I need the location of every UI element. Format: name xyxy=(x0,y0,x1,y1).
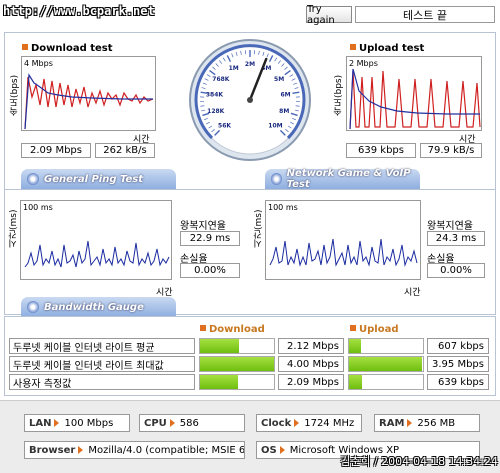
bandwidth-upload-value: 607 kbps xyxy=(427,338,489,354)
ping-left-latency-label: 왕복지연율 xyxy=(180,221,226,232)
tab-dot-icon xyxy=(27,301,39,313)
bandwidth-row-label: 두루넷 케이블 인터넷 라이트 최대값 xyxy=(9,356,195,372)
download-axis-label: 속도(bps) xyxy=(10,74,20,116)
gauge-label: 384K xyxy=(206,91,224,98)
bandwidth-upload-fill xyxy=(349,375,362,389)
gauge-label: 2M xyxy=(245,61,255,68)
bandwidth-upload-bar xyxy=(348,374,424,390)
gauge-label: 1M xyxy=(229,65,239,72)
bandwidth-download-fill xyxy=(200,375,239,389)
lan-info: LAN 100 Mbps xyxy=(24,414,130,432)
watermark: 김춘희 / 2004-04-18 14:34:24 xyxy=(340,455,498,468)
bandwidth-upload-fill xyxy=(349,339,361,353)
site-url: http://www.bcpark.net xyxy=(3,4,155,18)
ping-right-line xyxy=(269,238,418,267)
download-kbs: 262 kB/s xyxy=(95,143,155,158)
ping-right-latency: 24.3 ms xyxy=(427,231,485,246)
gauge-label: 5M xyxy=(274,76,284,83)
bandwidth-download-bar xyxy=(199,356,275,372)
download-line xyxy=(24,76,154,130)
bandwidth-row-label: 두루넷 케이블 인터넷 라이트 평균 xyxy=(9,338,195,354)
ping-right-svg xyxy=(269,238,418,267)
bandwidth-row-label: 사용자 측정값 xyxy=(9,374,195,390)
bullet-icon xyxy=(22,44,28,50)
bandwidth-upload-bar xyxy=(348,356,424,372)
tab-dot-icon xyxy=(271,173,282,185)
clock-info: Clock 1724 MHz xyxy=(256,414,362,432)
speed-test-app: http://www.bcpark.net Try again 테스트 끝 Do… xyxy=(0,0,500,473)
tab-dot-icon xyxy=(27,173,39,185)
ping-left-loss: 0.00% xyxy=(180,263,240,278)
ping-right-graph: 100 ms xyxy=(265,200,421,280)
upload-axis-label: 속도(bps) xyxy=(334,74,344,116)
arrow-icon xyxy=(407,419,413,427)
browser-info: Browser Mozilla/4.0 (compatible; MSIE 6.0 xyxy=(24,441,245,459)
upload-kbs: 79.9 kB/s xyxy=(420,143,482,158)
tab-network-game[interactable]: Network Game & VoIP Test xyxy=(265,168,420,190)
gauge-label: 128K xyxy=(207,108,225,115)
ping-left-svg xyxy=(24,240,170,268)
ping-left-latency: 22.9 ms xyxy=(180,231,240,246)
bullet-icon xyxy=(200,325,206,331)
bandwidth-upload-value: 3.95 Mbps xyxy=(427,356,489,372)
arrow-icon xyxy=(294,419,300,427)
bullet-icon xyxy=(350,44,356,50)
bandwidth-download-fill xyxy=(200,357,274,371)
arrow-icon xyxy=(78,446,84,454)
ping-right-axis-label: 시간(ms) xyxy=(254,209,264,248)
bandwidth-upload-fill xyxy=(349,357,422,371)
gauge-tick xyxy=(295,105,300,107)
status-box: 테스트 끝 xyxy=(355,6,495,23)
ping-left-axis-label: 시간(ms) xyxy=(9,209,19,248)
upload-graph-svg xyxy=(349,68,481,130)
upload-kbps: 639 kbps xyxy=(346,143,416,158)
download-graph: 4 Mbps xyxy=(21,56,156,131)
gauge-label: 56K xyxy=(218,122,231,129)
bandwidth-download-bar xyxy=(199,338,275,354)
arrow-icon xyxy=(169,419,175,427)
bandwidth-download-bar xyxy=(199,374,275,390)
gauge-label: 6M xyxy=(280,91,290,98)
upload-line xyxy=(349,70,481,130)
speed-gauge: 56K128K384K768K1M2M4M5M6M8M10M xyxy=(189,39,311,161)
upload-graph: 2 Mbps xyxy=(346,56,482,131)
ping-right-time-label: 시간 xyxy=(404,288,421,298)
arrow-icon xyxy=(54,419,60,427)
download-title: Download test xyxy=(22,43,113,54)
ping-left-graph: 100 ms xyxy=(20,200,172,280)
ping-left-line xyxy=(24,240,170,268)
download-graph-svg xyxy=(24,73,154,130)
gauge-label: 768K xyxy=(212,76,230,83)
cpu-info: CPU 586 xyxy=(139,414,245,432)
bandwidth-download-value: 2.12 Mbps xyxy=(278,338,344,354)
arrow-icon xyxy=(279,446,285,454)
bandwidth-download-value: 2.09 Mbps xyxy=(278,374,344,390)
bandwidth-download-header: Download xyxy=(200,324,265,335)
gauge-label: 8M xyxy=(279,108,289,115)
bandwidth-upload-value: 639 kbps xyxy=(427,374,489,390)
gauge-label: 10M xyxy=(268,122,282,129)
bullet-icon xyxy=(350,325,356,331)
bandwidth-upload-header: Upload xyxy=(350,324,398,335)
ping-right-latency-label: 왕복지연율 xyxy=(427,221,473,232)
bandwidth-download-value: 4.00 Mbps xyxy=(278,356,344,372)
try-again-button[interactable]: Try again xyxy=(306,4,352,26)
bandwidth-download-fill xyxy=(200,339,240,353)
upload-title: Upload test xyxy=(350,43,424,54)
gauge-tick xyxy=(200,105,205,107)
ping-right-loss: 0.00% xyxy=(427,263,485,278)
bandwidth-upload-bar xyxy=(348,338,424,354)
tab-general-ping[interactable]: General Ping Test xyxy=(21,169,176,189)
tab-bandwidth-gauge[interactable]: Bandwidth Gauge xyxy=(21,297,176,317)
download-mbps: 2.09 Mbps xyxy=(21,143,91,158)
ram-info: RAM 256 MB xyxy=(374,414,480,432)
